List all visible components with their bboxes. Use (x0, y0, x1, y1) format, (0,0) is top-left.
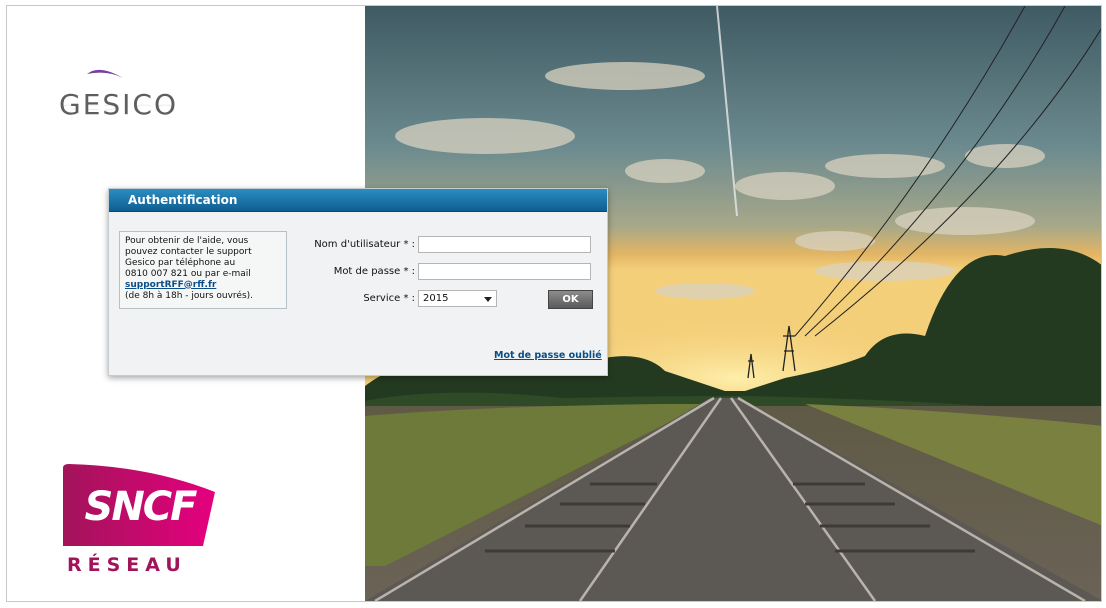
username-label: Nom d'utilisateur * : (314, 239, 415, 250)
gesico-logo: GESICO GESICO (59, 64, 189, 134)
dialog-title: Authentification (109, 189, 607, 212)
service-selected-value: 2015 (423, 293, 449, 304)
help-info-box: Pour obtenir de l'aide, vous pouvez cont… (119, 231, 287, 309)
password-label: Mot de passe * : (333, 266, 415, 277)
sncf-badge-text: SNCF (84, 484, 198, 530)
password-input[interactable] (418, 263, 591, 280)
sncf-reseau-logo: SNCF RÉSEAU (59, 462, 224, 582)
swoosh-icon (87, 69, 123, 78)
page-frame: GESICO GESICO SNCF RÉSEAU Authentificati… (6, 5, 1102, 602)
gesico-wordmark-reflection: GESICO (59, 101, 179, 116)
support-email-link[interactable]: supportRFF@rff.fr (125, 280, 281, 291)
help-text-line: Pour obtenir de l'aide, vous (125, 236, 249, 246)
authentication-dialog: Authentification Pour obtenir de l'aide,… (108, 188, 608, 376)
service-select[interactable]: 2015 (418, 290, 497, 307)
service-label: Service * : (363, 293, 415, 304)
login-page: GESICO GESICO SNCF RÉSEAU Authentificati… (0, 0, 1106, 608)
help-hours-text: (de 8h à 18h - jours ouvrés). (125, 290, 254, 301)
help-text-line: pouvez contacter le support (125, 246, 252, 257)
help-text-line: 0810 007 821 ou par e-mail (125, 268, 251, 279)
reseau-text: RÉSEAU (67, 554, 187, 576)
username-input[interactable] (418, 236, 591, 253)
chevron-down-icon (484, 297, 492, 302)
forgot-password-link[interactable]: Mot de passe oublié (494, 350, 602, 361)
help-text-line: Gesico par téléphone au (125, 257, 236, 268)
ok-button[interactable]: OK (548, 290, 593, 309)
